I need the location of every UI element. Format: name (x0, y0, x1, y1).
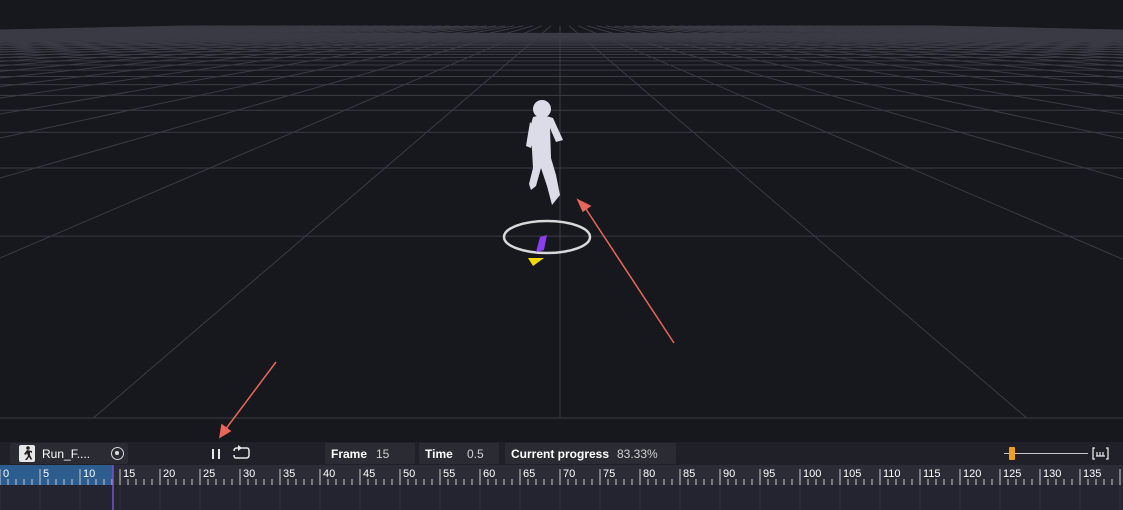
ruler-label: 105 (843, 468, 861, 480)
ruler-label: 75 (603, 468, 615, 480)
progress-field: Current progress 83.33% (505, 443, 676, 464)
ruler-label: 10 (83, 468, 95, 480)
ruler-label: 65 (523, 468, 535, 480)
ruler-label: 30 (243, 468, 255, 480)
ruler-label: 60 (483, 468, 495, 480)
ruler-label: 85 (683, 468, 695, 480)
zoom-track (1004, 453, 1088, 454)
progress-value: 83.33% (617, 447, 658, 461)
selection-ring[interactable] (502, 219, 592, 255)
running-character-model[interactable] (526, 100, 563, 205)
time-field[interactable]: Time 0.5 (419, 443, 499, 464)
frame-label: Frame (331, 447, 368, 461)
rotation-gizmo-handle[interactable] (536, 235, 547, 252)
ruler-label: 45 (363, 468, 375, 480)
time-value[interactable]: 0.5 (467, 447, 484, 461)
ruler-label: 115 (923, 468, 941, 480)
direction-marker (528, 258, 544, 266)
time-label: Time (425, 447, 453, 461)
ruler-label: 15 (123, 468, 135, 480)
timeline-marks: 0 5 10 15 20 25 30 35 40 45 50 55 60 65 70 75 80 85 90 95 10… (0, 465, 1121, 510)
ruler-label: 50 (403, 468, 415, 480)
ruler-label: 125 (1003, 468, 1021, 480)
scene-overlay (218, 100, 675, 439)
loop-icon (233, 445, 250, 459)
ruler-label: 70 (563, 468, 575, 480)
clip-name: Run_F.... (42, 447, 91, 461)
ruler-label: 40 (323, 468, 335, 480)
annotation-arrow (218, 361, 277, 439)
ruler-label: 35 (283, 468, 295, 480)
animation-clip-selector[interactable]: Run_F.... (10, 443, 128, 464)
run-clip-icon (19, 445, 35, 462)
ruler-label: 55 (443, 468, 455, 480)
loop-button[interactable] (230, 444, 252, 463)
ruler-label: 135 (1083, 468, 1101, 480)
pause-button[interactable] (209, 445, 225, 462)
target-icon[interactable] (111, 447, 124, 460)
timeline[interactable]: 0 5 10 15 20 25 30 35 40 45 50 55 60 65 70 75 80 85 90 95 10… (0, 465, 1123, 510)
ruler-label: 95 (763, 468, 775, 480)
ruler-label: 0 (3, 468, 9, 480)
ruler-label: 80 (643, 468, 655, 480)
ruler-label: 130 (1043, 468, 1061, 480)
animation-toolbar: Run_F.... Frame 15 Time 0.5 Current prog… (0, 442, 1123, 465)
annotation-arrow (576, 198, 675, 344)
frame-field[interactable]: Frame 15 (325, 443, 415, 464)
timeline-zoom-slider[interactable] (1004, 446, 1088, 461)
ruler-label: 120 (963, 468, 981, 480)
ruler-label: 110 (883, 468, 901, 480)
zoom-thumb[interactable] (1009, 447, 1016, 460)
3d-viewport[interactable] (0, 0, 1123, 442)
ruler-label: 100 (803, 468, 821, 480)
progress-label: Current progress (511, 447, 610, 461)
ruler-label: 5 (43, 468, 49, 480)
fit-to-view-button[interactable] (1092, 446, 1109, 461)
ruler-label: 90 (723, 468, 735, 480)
frame-value[interactable]: 15 (376, 447, 389, 461)
fit-to-view-icon (1092, 447, 1109, 460)
ruler-label: 20 (163, 468, 175, 480)
ruler-label: 25 (203, 468, 215, 480)
